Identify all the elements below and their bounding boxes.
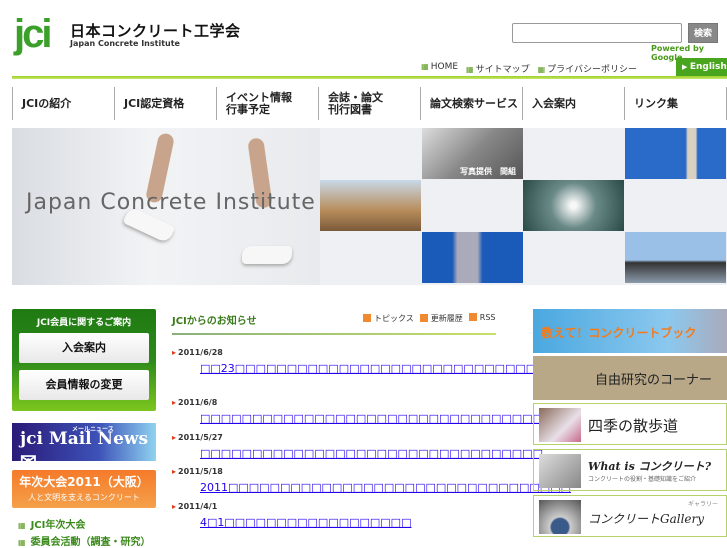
hero-title: Japan Concrete Institute	[26, 190, 316, 215]
jci-logo[interactable]: jci	[14, 14, 64, 60]
photo-credit: 写真提供 間組	[460, 167, 516, 176]
utility-nav: ▦ HOME ▦ サイトマップ ▦ プライバシーポリシー	[421, 62, 637, 75]
news-heading: JCIからのお知らせ	[172, 316, 257, 327]
join-button[interactable]: 入会案内	[19, 333, 149, 363]
nav-publications[interactable]: 会誌・論文 刊行図書	[318, 87, 420, 120]
utility-link-sitemap[interactable]: ▦ サイトマップ	[466, 62, 530, 75]
news-date: 2011/6/8	[172, 398, 217, 407]
grid-bullet-icon: ▦	[421, 62, 429, 71]
org-name-ja: 日本コンクリート工学会	[70, 22, 241, 40]
news-link[interactable]: 2011□□□□□□□□□□□□□□□□□□□□□□□□□□□□□□□□□	[200, 480, 571, 496]
mail-news-banner[interactable]: jci Mail News ✉ メールニュース	[12, 423, 156, 473]
news-link[interactable]: 4□1□□□□□□□□□□□□□□□□□□	[200, 515, 465, 531]
hero-banner: Japan Concrete Institute 写真提供 間組	[12, 128, 727, 285]
photo-tower	[625, 128, 726, 179]
nav-links[interactable]: リンク集	[624, 87, 727, 120]
utility-link-privacy[interactable]: ▦ プライバシーポリシー	[538, 62, 637, 75]
english-link[interactable]: ▶ English	[676, 58, 727, 76]
news-date: 2011/6/28	[172, 348, 223, 357]
news-divider	[172, 333, 496, 335]
header-divider	[12, 76, 727, 79]
news-date: 2011/5/18	[172, 467, 223, 476]
photo-bridge	[625, 232, 726, 283]
grid-bullet-icon: ▦	[537, 65, 546, 74]
question-mark-photo	[539, 454, 581, 488]
arrow-icon: ▶	[682, 63, 690, 71]
sidebar-link-annual[interactable]: ▦ JCI年次大会	[18, 516, 85, 531]
news-links: トピックス 更新履歴 RSS	[363, 313, 495, 324]
news-link[interactable]: □□23□□□□□□□□□□□□□□□□□□□□□□□□□□□□□□□□□□□□…	[200, 361, 651, 377]
what-is-concrete-banner[interactable]: What is コンクリート? コンクリートの役割・基礎知識をご紹介	[533, 449, 727, 491]
grid-bullet-icon: ▦	[466, 65, 474, 74]
seasons-photo	[539, 408, 581, 442]
nav-about[interactable]: JCIの紹介	[12, 87, 114, 120]
member-info-box: JCI会員に関するご案内 入会案内 会員情報の変更	[12, 309, 156, 411]
concrete-gallery-banner[interactable]: コンクリートGallery ギャラリー	[533, 495, 727, 537]
photo-stadium	[320, 180, 421, 231]
grid-bullet-icon: ▦	[18, 538, 26, 547]
grid-bullet-icon: ▦	[18, 521, 26, 530]
gallery-photo	[539, 500, 581, 534]
photo-tunnel	[523, 180, 624, 231]
change-member-info-button[interactable]: 会員情報の変更	[19, 370, 149, 400]
main-nav: JCIの紹介 JCI認定資格 イベント情報 行事予定 会誌・論文 刊行図書 論文検索…	[12, 87, 727, 120]
nav-membership[interactable]: 入会案内	[522, 87, 624, 120]
news-link[interactable]: □□□□□□□□□□□□□□□□□□□□□□□□□□□□□□□□□	[200, 446, 543, 462]
nav-certification[interactable]: JCI認定資格	[114, 87, 216, 120]
search-button[interactable]: 検索	[688, 23, 718, 43]
rss-link[interactable]: RSS	[468, 313, 495, 324]
search-input[interactable]	[512, 23, 682, 43]
org-name-en: Japan Concrete Institute	[70, 39, 180, 48]
news-link[interactable]: □□□□□□□□□□□□□□□□□□□□□□□□□□□□□□□□□	[200, 411, 543, 427]
list-icon	[419, 314, 428, 322]
history-link[interactable]: 更新履歴	[419, 313, 463, 324]
annual-conference-banner[interactable]: 年次大会2011（大阪） 人と文明を支えるコンクリート	[12, 470, 156, 508]
sidebar-link-committee[interactable]: ▦ 委員会活動（調査・研究）	[18, 533, 151, 548]
utility-link-home[interactable]: ▦ HOME	[421, 62, 458, 75]
nav-events[interactable]: イベント情報 行事予定	[216, 87, 318, 120]
rss-icon	[468, 313, 477, 321]
seasons-walk-banner[interactable]: 四季の散歩道	[533, 403, 727, 445]
news-date: 2011/4/1	[172, 502, 217, 511]
photo-building	[422, 232, 523, 283]
concrete-book-banner[interactable]: 教えて！コンクリートブック	[533, 309, 727, 353]
list-icon	[363, 314, 371, 322]
news-date: 2011/5/27	[172, 433, 223, 442]
topics-link[interactable]: トピックス	[363, 313, 414, 324]
free-research-banner[interactable]: 自由研究のコーナー	[533, 356, 727, 400]
nav-paper-search[interactable]: 論文検索サービス	[420, 87, 522, 120]
